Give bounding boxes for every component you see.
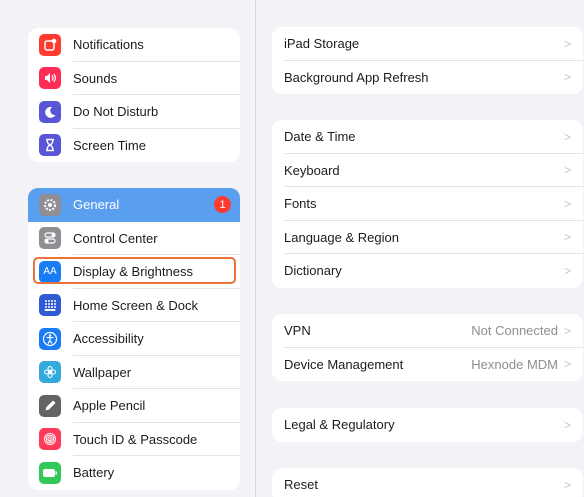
chevron-right-icon: >	[563, 129, 571, 144]
device-management-value: Hexnode MDM	[471, 356, 558, 372]
sidebar-item-apple-pencil[interactable]: Apple Pencil	[28, 389, 240, 423]
reset-row[interactable]: Reset >	[272, 468, 583, 497]
pencil-icon	[39, 394, 61, 417]
detail-group-vpn: VPN Not Connected > Device Management He…	[272, 314, 583, 381]
legal-regulatory-row[interactable]: Legal & Regulatory >	[272, 408, 583, 442]
device-management-row[interactable]: Device Management Hexnode MDM >	[272, 348, 583, 382]
sidebar-item-sounds[interactable]: Sounds	[28, 62, 240, 95]
general-settings-pane: iPad Storage > Background App Refresh > …	[256, 0, 584, 497]
date-time-row[interactable]: Date & Time >	[272, 120, 583, 154]
chevron-right-icon: >	[563, 477, 571, 492]
sidebar-item-do-not-disturb[interactable]: Do Not Disturb	[28, 95, 240, 129]
fonts-row[interactable]: Fonts >	[272, 187, 583, 221]
sidebar-item-label: Display & Brightness	[73, 264, 193, 280]
sidebar-item-screen-time[interactable]: Screen Time	[28, 129, 240, 163]
hourglass-icon	[39, 134, 61, 157]
grid-icon	[39, 294, 61, 317]
gear-icon	[39, 193, 61, 216]
notifications-icon	[39, 33, 61, 56]
sidebar-item-label: Do Not Disturb	[73, 104, 159, 120]
sidebar-item-wallpaper[interactable]: Wallpaper	[28, 356, 240, 389]
language-region-row[interactable]: Language & Region >	[272, 221, 583, 254]
detail-group-reset: Reset >	[272, 468, 583, 497]
sidebar-item-display-brightness[interactable]: AA Display & Brightness	[28, 255, 240, 289]
fingerprint-icon	[39, 428, 61, 451]
ipad-storage-row[interactable]: iPad Storage >	[272, 27, 583, 61]
keyboard-row[interactable]: Keyboard >	[272, 154, 583, 187]
sidebar-item-label: Touch ID & Passcode	[73, 431, 198, 447]
sounds-icon	[39, 67, 61, 90]
sidebar-item-touch-id-passcode[interactable]: Touch ID & Passcode	[28, 423, 240, 456]
vpn-row[interactable]: VPN Not Connected >	[272, 314, 583, 348]
sidebar-item-label: Accessibility	[73, 331, 144, 347]
detail-group-storage: iPad Storage > Background App Refresh >	[272, 27, 583, 94]
sidebar-item-general[interactable]: General 1	[28, 188, 240, 222]
chevron-right-icon: >	[563, 323, 571, 338]
toggles-icon	[39, 227, 61, 250]
sidebar-group-notifications: Notifications Sounds Do Not Disturb Scre…	[28, 28, 240, 162]
chevron-right-icon: >	[563, 417, 571, 432]
sidebar-item-battery[interactable]: Battery	[28, 456, 240, 490]
sidebar-item-accessibility[interactable]: Accessibility	[28, 322, 240, 356]
sidebar-item-notifications[interactable]: Notifications	[28, 28, 240, 62]
background-app-refresh-row[interactable]: Background App Refresh >	[272, 61, 583, 95]
sidebar-item-label: Screen Time	[73, 137, 146, 153]
chevron-right-icon: >	[563, 230, 571, 245]
sidebar-item-label: Notifications	[73, 37, 144, 53]
sidebar-item-label: General	[73, 197, 120, 213]
chevron-right-icon: >	[563, 36, 571, 51]
sidebar-item-label: Wallpaper	[73, 364, 132, 380]
detail-group-legal: Legal & Regulatory >	[272, 408, 583, 442]
battery-icon	[39, 461, 61, 484]
display-icon: AA	[39, 260, 61, 283]
accessibility-icon	[39, 327, 61, 350]
sidebar-item-label: Sounds	[73, 70, 118, 86]
flower-icon	[39, 361, 61, 384]
chevron-right-icon: >	[563, 163, 571, 178]
dictionary-row[interactable]: Dictionary >	[272, 254, 583, 288]
sidebar-item-label: Home Screen & Dock	[73, 297, 198, 313]
settings-sidebar: Notifications Sounds Do Not Disturb Scre…	[0, 0, 255, 497]
sidebar-item-label: Battery	[73, 465, 115, 481]
chevron-right-icon: >	[563, 70, 571, 85]
sidebar-item-home-screen-dock[interactable]: Home Screen & Dock	[28, 289, 240, 322]
moon-icon	[39, 100, 61, 123]
notification-badge: 1	[214, 196, 231, 214]
chevron-right-icon: >	[563, 196, 571, 211]
chevron-right-icon: >	[563, 357, 571, 372]
sidebar-item-label: Control Center	[73, 230, 158, 246]
detail-group-date-keyboard: Date & Time > Keyboard > Fonts > Languag…	[272, 120, 583, 288]
sidebar-item-control-center[interactable]: Control Center	[28, 222, 240, 255]
sidebar-item-label: Apple Pencil	[73, 398, 146, 414]
vpn-status: Not Connected	[471, 323, 558, 339]
chevron-right-icon: >	[563, 263, 571, 278]
sidebar-group-general: General 1 Control Center AA Display & Br…	[28, 188, 240, 490]
